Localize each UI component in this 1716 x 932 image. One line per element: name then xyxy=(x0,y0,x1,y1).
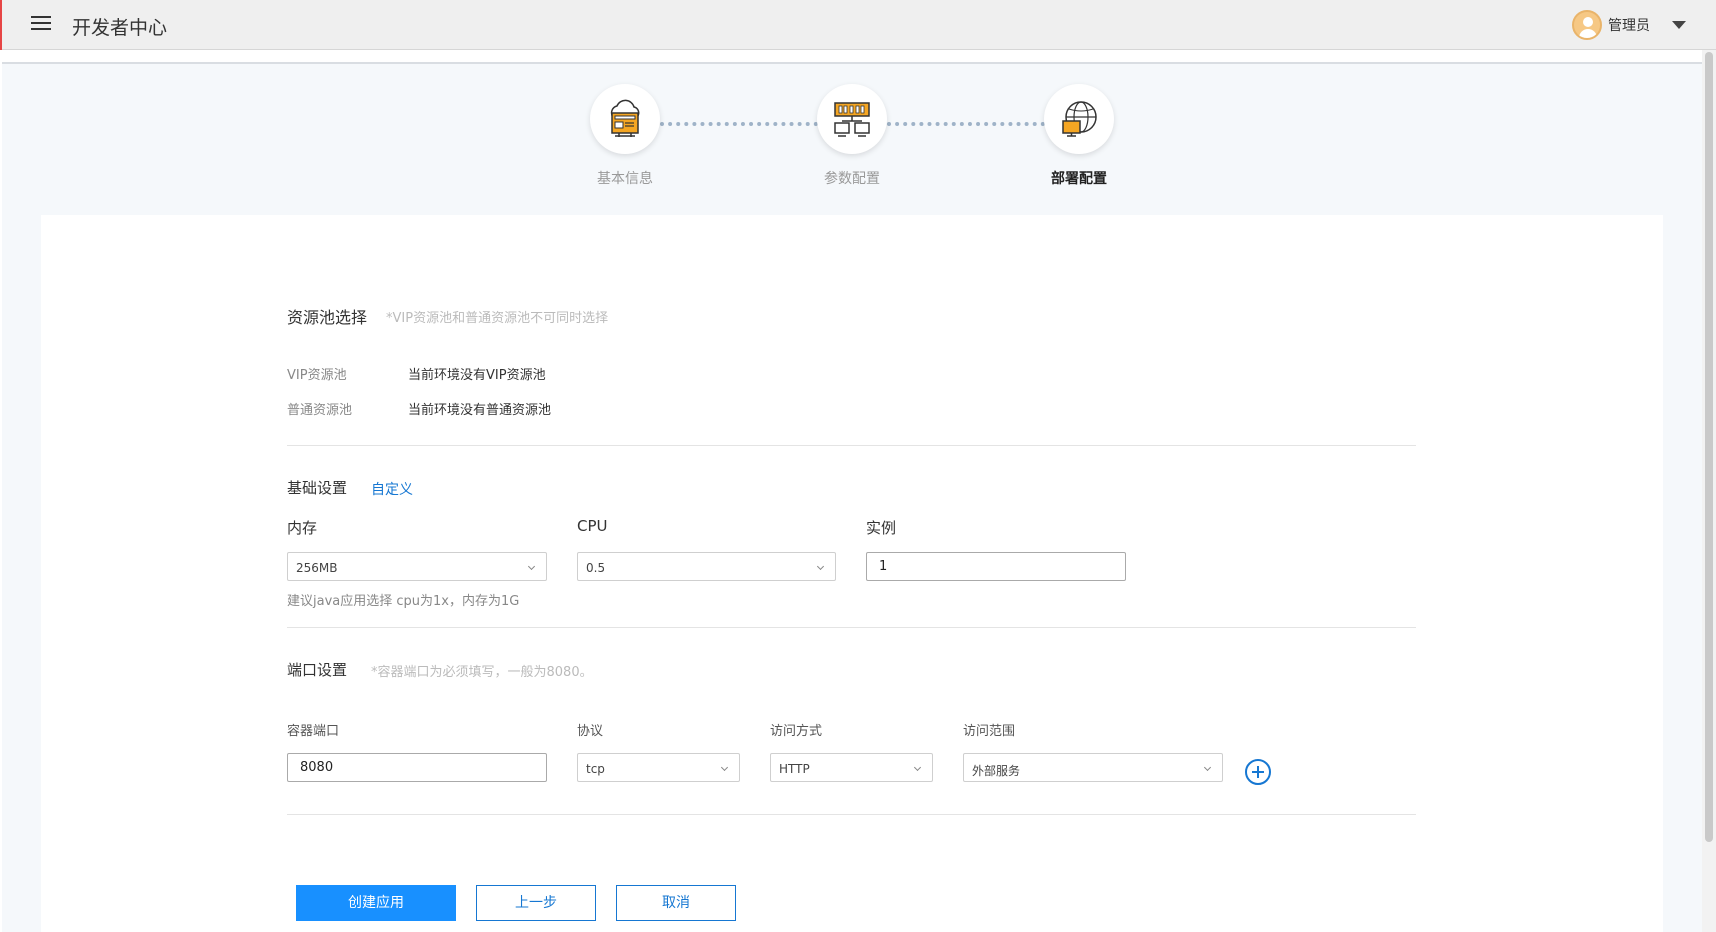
step-connector-2 xyxy=(887,122,1045,126)
caret-down-icon[interactable] xyxy=(1672,21,1686,29)
memory-select[interactable]: 256MB xyxy=(287,552,547,581)
user-name[interactable]: 管理员 xyxy=(1608,15,1650,35)
divider xyxy=(287,627,1416,628)
chevron-down-icon xyxy=(1203,763,1212,772)
deploy-form-card xyxy=(41,215,1663,932)
chevron-down-icon xyxy=(527,562,536,571)
protocol-select[interactable]: tcp xyxy=(577,753,740,782)
cloud-server-icon xyxy=(610,99,640,137)
container-port-input[interactable]: 8080 xyxy=(287,753,547,782)
app-title: 开发者中心 xyxy=(72,17,168,39)
access-method-select[interactable]: HTTP xyxy=(770,753,933,782)
resource-pool-hint: *VIP资源池和普通资源池不可同时选择 xyxy=(386,311,609,326)
top-bar: 开发者中心 管理员 xyxy=(0,0,1716,50)
memory-select-value: 256MB xyxy=(296,561,338,575)
step-label-basic-info: 基本信息 xyxy=(597,171,653,187)
prev-step-button[interactable]: 上一步 xyxy=(476,885,596,921)
step-label-param-config: 参数配置 xyxy=(824,171,880,187)
access-method-select-value: HTTP xyxy=(779,762,810,776)
divider xyxy=(287,445,1416,446)
protocol-select-value: tcp xyxy=(586,762,605,776)
chevron-down-icon xyxy=(720,763,729,772)
instance-label: 实例 xyxy=(866,519,897,537)
normal-pool-label: 普通资源池 xyxy=(287,403,353,418)
port-settings-hint: *容器端口为必须填写，一般为8080。 xyxy=(371,665,593,680)
access-scope-select[interactable]: 外部服务 xyxy=(963,753,1223,782)
divider xyxy=(287,814,1416,815)
instance-input[interactable]: 1 xyxy=(866,552,1126,581)
cpu-select-value: 0.5 xyxy=(586,561,606,575)
vertical-scrollbar[interactable] xyxy=(1702,50,1716,932)
add-port-icon[interactable] xyxy=(1245,759,1271,785)
chevron-down-icon xyxy=(816,562,825,571)
scrollbar-thumb[interactable] xyxy=(1705,52,1713,842)
normal-pool-value: 当前环境没有普通资源池 xyxy=(408,403,552,418)
memory-label: 内存 xyxy=(287,519,318,537)
user-menu[interactable]: 管理员 xyxy=(1572,10,1686,40)
custom-link[interactable]: 自定义 xyxy=(371,479,413,499)
step-label-deploy-config: 部署配置 xyxy=(1051,171,1107,187)
step-connector-1 xyxy=(660,122,818,126)
container-port-label: 容器端口 xyxy=(287,724,340,739)
window-edge-accent xyxy=(0,0,2,50)
step-deploy-config xyxy=(1044,84,1114,154)
avatar[interactable] xyxy=(1572,10,1602,40)
basic-settings-title: 基础设置 xyxy=(287,479,348,497)
port-settings-title: 端口设置 xyxy=(287,661,348,679)
access-scope-select-value: 外部服务 xyxy=(972,764,1021,778)
create-app-button[interactable]: 创建应用 xyxy=(296,885,456,921)
resource-suggestion: 建议java应用选择 cpu为1x，内存为1G xyxy=(287,594,520,609)
protocol-label: 协议 xyxy=(577,724,604,739)
vip-pool-label: VIP资源池 xyxy=(287,368,347,383)
chevron-down-icon xyxy=(913,763,922,772)
vip-pool-value: 当前环境没有VIP资源池 xyxy=(408,368,546,383)
cancel-button[interactable]: 取消 xyxy=(616,885,736,921)
network-config-icon xyxy=(834,102,870,137)
access-method-label: 访问方式 xyxy=(770,724,823,739)
cpu-select[interactable]: 0.5 xyxy=(577,552,836,581)
step-basic-info xyxy=(590,84,660,154)
access-scope-label: 访问范围 xyxy=(963,724,1016,739)
globe-deploy-icon xyxy=(1062,101,1097,137)
step-param-config xyxy=(817,84,887,154)
hamburger-menu-icon[interactable] xyxy=(31,16,51,32)
cpu-label: CPU xyxy=(577,517,608,535)
resource-pool-title: 资源池选择 xyxy=(287,308,368,327)
